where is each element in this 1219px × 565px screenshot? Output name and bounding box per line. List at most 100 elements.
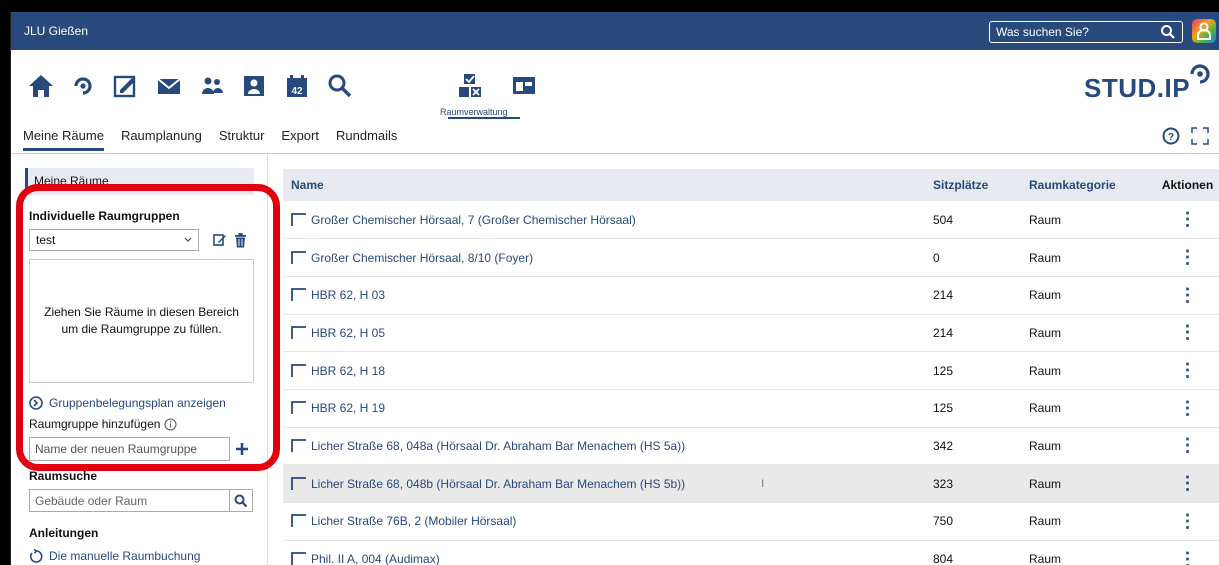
seats-cell: 125 [933, 351, 1029, 390]
room-search-title: Raumsuche [29, 469, 98, 483]
seats-cell: 214 [933, 314, 1029, 353]
profile-icon[interactable] [240, 72, 268, 100]
tab-export[interactable]: Export [281, 120, 319, 151]
room-link[interactable]: Licher Straße 76B, 2 (Mobiler Hörsaal) [291, 514, 933, 528]
guide-link-label: Die manuelle Raumbuchung [49, 549, 201, 563]
actions-menu-icon[interactable]: ⋮ [1155, 540, 1219, 565]
guides-title: Anleitungen [29, 526, 99, 540]
tab-raumplanung[interactable]: Raumplanung [121, 120, 202, 151]
actions-menu-icon[interactable]: ⋮ [1155, 314, 1219, 353]
actions-menu-icon[interactable]: ⋮ [1155, 464, 1219, 503]
room-management-icon[interactable] [456, 72, 484, 100]
room-icon [291, 326, 306, 339]
nav-active-label[interactable]: Raumverwaltung [440, 107, 508, 117]
actions-menu-icon[interactable]: ⋮ [1155, 201, 1219, 240]
room-icon [291, 363, 306, 377]
room-icon [291, 288, 306, 302]
search-nav-icon[interactable] [326, 72, 354, 100]
room-icon [291, 514, 306, 528]
main-nav: 42 Raumverwaltung STUD.IP [11, 50, 1219, 119]
column-actions: Aktionen [1155, 169, 1219, 201]
refresh-icon [29, 549, 43, 563]
search-icon [234, 494, 248, 507]
room-link[interactable]: Großer Chemischer Hörsaal, 7 (Großer Che… [291, 213, 933, 227]
actions-menu-icon[interactable]: ⋮ [1155, 427, 1219, 466]
room-name: HBR 62, H 05 [311, 325, 386, 340]
admin-icon[interactable] [510, 72, 538, 100]
category-cell: Raum [1029, 540, 1155, 565]
top-bar: JLU Gießen [11, 12, 1219, 50]
column-category[interactable]: Raumkategorie [1029, 169, 1155, 201]
activity-icon[interactable] [69, 72, 97, 100]
room-name: HBR 62, H 03 [311, 288, 386, 303]
table-row: HBR 62, H 19 125 Raum ⋮ [283, 389, 1219, 428]
messages-icon[interactable] [155, 72, 183, 100]
home-icon[interactable] [27, 72, 55, 100]
room-icon [291, 439, 306, 452]
category-cell: Raum [1029, 389, 1155, 428]
svg-text:42: 42 [291, 86, 303, 97]
category-cell: Raum [1029, 502, 1155, 541]
table-row: HBR 62, H 03 214 Raum ⋮ [283, 276, 1219, 315]
text-cursor-icon: I [761, 477, 765, 490]
logo-text: STUD.IP [1084, 73, 1191, 103]
app-title[interactable]: JLU Gießen [24, 24, 88, 38]
category-cell: Raum [1029, 351, 1155, 390]
room-search-button[interactable] [229, 489, 253, 512]
actions-menu-icon[interactable]: ⋮ [1155, 389, 1219, 428]
seats-cell: 125 [933, 389, 1029, 428]
room-name: Phil. II A, 004 (Audimax) [311, 552, 440, 565]
room-icon [291, 212, 306, 226]
rooms-table: Name Sitzplätze Raumkategorie Aktionen G… [283, 169, 1219, 565]
community-icon[interactable] [198, 72, 226, 100]
courses-icon[interactable] [112, 72, 140, 100]
room-search-input[interactable] [29, 489, 229, 512]
category-cell: Raum [1029, 464, 1155, 503]
room-search-widget: Raumsuche Anleitungen Die manuelle Raumb… [29, 469, 254, 563]
seats-cell: 323 [933, 464, 1029, 503]
table-row: Großer Chemischer Hörsaal, 8/10 (Foyer) … [283, 238, 1219, 277]
room-link[interactable]: Licher Straße 68, 048a (Hörsaal Dr. Abra… [291, 439, 933, 453]
room-icon [291, 476, 306, 490]
search-icon[interactable] [1160, 24, 1176, 40]
seats-cell: 750 [933, 502, 1029, 541]
actions-menu-icon[interactable]: ⋮ [1155, 276, 1219, 315]
room-name: HBR 62, H 19 [311, 401, 386, 416]
studip-logo[interactable]: STUD.IP [1084, 64, 1212, 104]
table-row: Licher Straße 76B, 2 (Mobiler Hörsaal) 7… [283, 502, 1219, 541]
room-link[interactable]: HBR 62, H 05 [291, 326, 933, 340]
actions-menu-icon[interactable]: ⋮ [1155, 502, 1219, 541]
guide-link[interactable]: Die manuelle Raumbuchung [29, 549, 254, 563]
sub-navigation: Meine Räume Raumplanung Struktur Export … [11, 118, 1219, 154]
room-link[interactable]: HBR 62, H 18 [291, 364, 933, 378]
room-link[interactable]: HBR 62, H 19 [291, 401, 933, 415]
global-search[interactable] [989, 21, 1183, 43]
room-link[interactable]: Phil. II A, 004 (Audimax) [291, 552, 933, 565]
column-seats[interactable]: Sitzplätze [933, 169, 1029, 201]
tab-struktur[interactable]: Struktur [219, 120, 265, 151]
room-link[interactable]: HBR 62, H 03 [291, 288, 933, 302]
actions-menu-icon[interactable]: ⋮ [1155, 351, 1219, 390]
tab-meine-raeume[interactable]: Meine Räume [23, 120, 104, 151]
actions-menu-icon[interactable]: ⋮ [1155, 238, 1219, 277]
table-row: Großer Chemischer Hörsaal, 7 (Großer Che… [283, 201, 1219, 240]
room-name: Großer Chemischer Hörsaal, 8/10 (Foyer) [311, 250, 534, 265]
seats-cell: 214 [933, 276, 1029, 315]
avatar[interactable] [1192, 19, 1216, 43]
seats-cell: 504 [933, 201, 1029, 240]
room-name: Großer Chemischer Hörsaal, 7 (Großer Che… [311, 212, 636, 227]
global-search-input[interactable] [990, 25, 1150, 39]
highlight-annotation [16, 184, 280, 471]
room-link[interactable]: Großer Chemischer Hörsaal, 8/10 (Foyer) [291, 251, 933, 265]
category-cell: Raum [1029, 276, 1155, 315]
fullscreen-icon[interactable] [1191, 127, 1209, 145]
table-row: Licher Straße 68, 048a (Hörsaal Dr. Abra… [283, 427, 1219, 466]
room-link[interactable]: Licher Straße 68, 048b (Hörsaal Dr. Abra… [291, 477, 933, 491]
tab-rundmails[interactable]: Rundmails [336, 120, 397, 151]
screen-edge-left [0, 0, 10, 565]
column-name[interactable]: Name [283, 169, 933, 201]
table-row-hovered: Licher Straße 68, 048b (Hörsaal Dr. Abra… [283, 464, 1219, 503]
logo-mark-icon [1190, 64, 1210, 84]
calendar-icon[interactable]: 42 [283, 72, 311, 100]
help-icon[interactable]: ? [1162, 127, 1180, 145]
